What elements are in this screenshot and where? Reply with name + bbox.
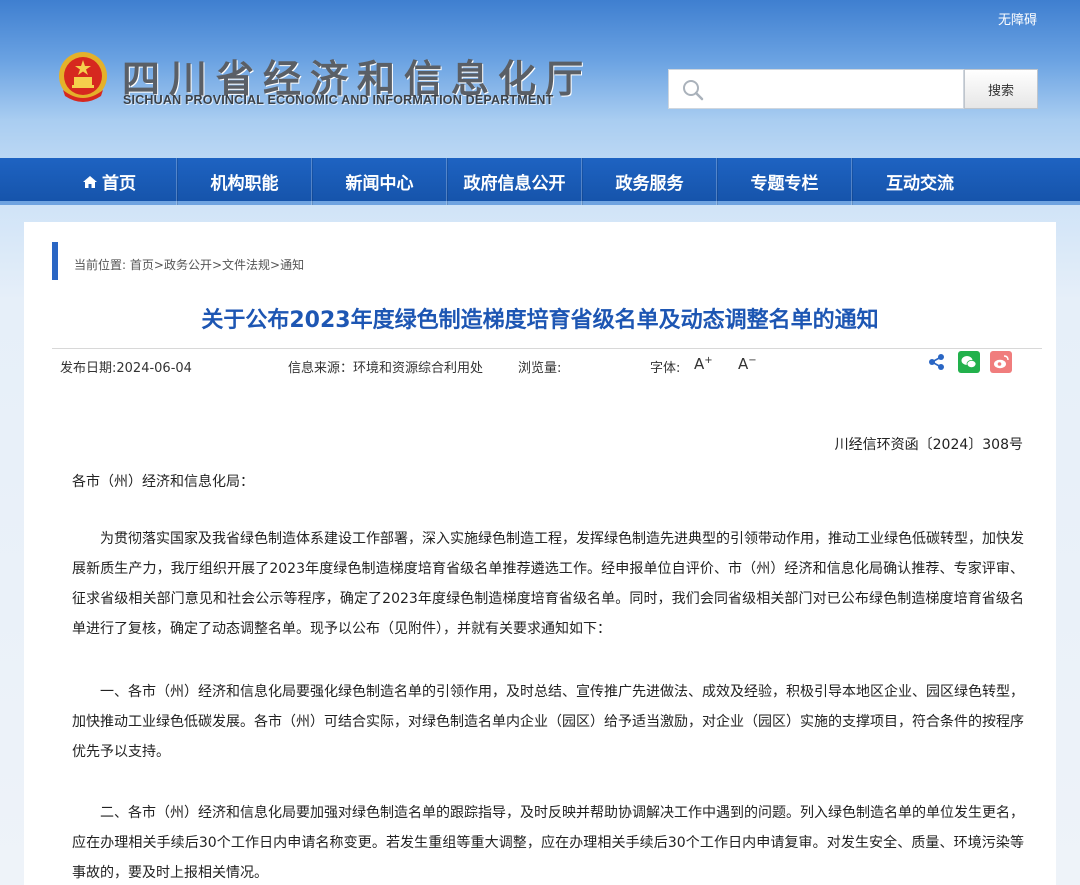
breadcrumb-item-notice[interactable]: 通知 — [280, 258, 304, 272]
breadcrumb-separator: > — [153, 258, 164, 272]
font-increase-glyph: A — [694, 355, 705, 373]
breadcrumb: 当前位置: 首页>政务公开>文件法规>通知 — [74, 256, 304, 273]
font-decrease-glyph: A — [738, 355, 749, 373]
site-header: 无障碍 四川省经济和信息化厅 SICHUAN PROVINCIAL ECONOM… — [0, 0, 1080, 158]
font-decrease-button[interactable]: A− — [738, 355, 757, 373]
national-emblem-icon — [59, 52, 107, 102]
article-paragraph: 为贯彻落实国家及我省绿色制造体系建设工作部署，深入实施绿色制造工程，发挥绿色制造… — [72, 531, 1024, 637]
main-nav: 首页 机构职能 新闻中心 政府信息公开 政务服务 专题专栏 互动交流 — [0, 158, 1080, 205]
publish-date: 发布日期:2024-06-04 — [60, 361, 192, 376]
nav-item-services[interactable]: 政务服务 — [582, 158, 717, 205]
breadcrumb-accent — [52, 242, 58, 280]
search-icon — [683, 80, 704, 101]
info-source: 信息来源：环境和资源综合利用处 — [288, 361, 484, 376]
nav-item-topics[interactable]: 专题专栏 — [717, 158, 852, 205]
nav-item-label: 首页 — [102, 174, 136, 194]
breadcrumb-separator: > — [270, 258, 281, 272]
breadcrumb-item-docs[interactable]: 文件法规 — [222, 258, 270, 272]
site-subtitle: SICHUAN PROVINCIAL ECONOMIC AND INFORMAT… — [123, 93, 554, 107]
breadcrumb-item-public[interactable]: 政务公开 — [164, 258, 212, 272]
accessibility-link[interactable]: 无障碍 — [998, 9, 1037, 28]
view-count: 浏览量: — [518, 361, 562, 376]
weibo-icon[interactable] — [990, 351, 1012, 373]
home-icon — [83, 175, 97, 188]
font-size-label: 字体: — [650, 361, 681, 376]
wechat-icon[interactable] — [958, 351, 980, 373]
article-title: 关于公布2023年度绿色制造梯度培育省级名单及动态调整名单的通知 — [201, 308, 879, 333]
breadcrumb-item-home[interactable]: 首页 — [130, 258, 154, 272]
nav-item-news[interactable]: 新闻中心 — [312, 158, 447, 205]
nav-item-home[interactable]: 首页 — [42, 158, 177, 205]
share-icon[interactable] — [926, 351, 948, 373]
nav-item-gov-info[interactable]: 政府信息公开 — [447, 158, 582, 205]
search-box — [668, 69, 964, 109]
article-paragraph: 二、各市（州）经济和信息化局要加强对绿色制造名单的跟踪指导，及时反映并帮助协调解… — [72, 805, 1024, 881]
article-container: 当前位置: 首页>政务公开>文件法规>通知 关于公布2023年度绿色制造梯度培育… — [24, 222, 1056, 885]
document-number: 川经信环资函〔2024〕308号 — [834, 437, 1023, 453]
breadcrumb-separator: > — [211, 258, 223, 272]
font-increase-button[interactable]: A+ — [694, 355, 713, 373]
search-button[interactable]: 搜索 — [964, 69, 1038, 109]
article-paragraph: 一、各市（州）经济和信息化局要强化绿色制造名单的引领作用，及时总结、宣传推广先进… — [72, 684, 1024, 760]
search-input[interactable] — [713, 76, 953, 104]
salutation: 各市（州）经济和信息化局： — [72, 474, 254, 490]
article-meta-bar: 发布日期:2024-06-04 信息来源：环境和资源综合利用处 浏览量: 字体:… — [52, 348, 1042, 382]
nav-item-interaction[interactable]: 互动交流 — [852, 158, 987, 205]
nav-item-functions[interactable]: 机构职能 — [177, 158, 312, 205]
breadcrumb-prefix: 当前位置: — [74, 258, 130, 272]
